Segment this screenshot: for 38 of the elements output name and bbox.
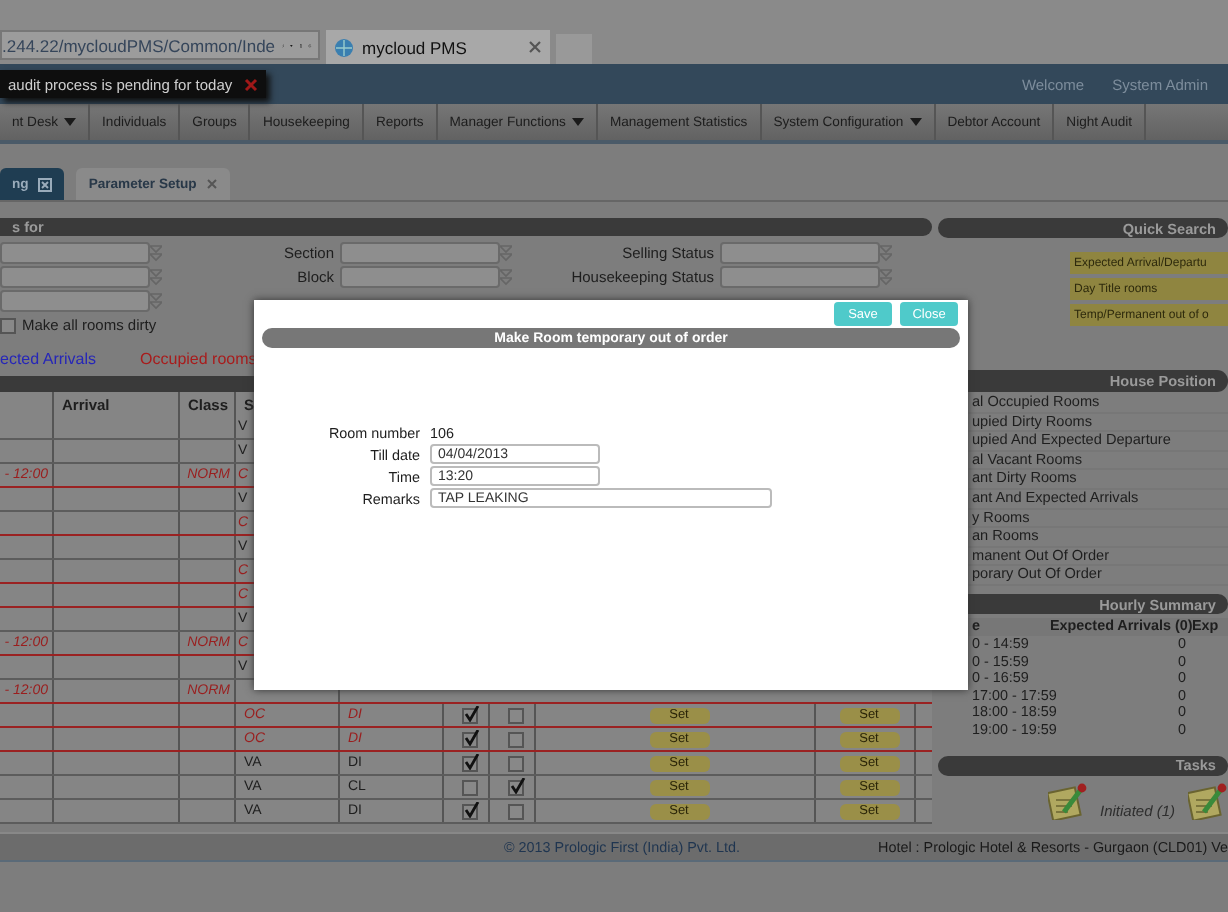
- checkbox[interactable]: [0, 317, 16, 333]
- checkbox[interactable]: [462, 707, 478, 723]
- filter-field[interactable]: [0, 290, 150, 312]
- dropdown-icon[interactable]: [500, 268, 512, 286]
- notepad-icon[interactable]: [1187, 781, 1228, 820]
- block-field[interactable]: [340, 266, 500, 288]
- close-icon[interactable]: [38, 177, 53, 191]
- selling-status-field[interactable]: [720, 242, 880, 264]
- browser-tab[interactable]: mycloud PMS: [326, 30, 550, 64]
- notepad-icon[interactable]: [1048, 781, 1088, 820]
- caret-icon: [571, 118, 584, 126]
- filter-field[interactable]: [0, 242, 150, 264]
- dropdown-icon[interactable]: [150, 292, 162, 310]
- dropdown-icon[interactable]: [500, 244, 512, 262]
- caret-icon: [64, 118, 77, 126]
- checkbox[interactable]: [462, 803, 478, 819]
- address-bar[interactable]: .244.22/mycloudPMS/Common/Inde: [0, 30, 320, 60]
- checkbox[interactable]: [508, 707, 524, 723]
- checkbox[interactable]: [462, 731, 478, 747]
- checkbox[interactable]: [462, 755, 478, 771]
- close-icon[interactable]: [206, 178, 219, 190]
- dropdown-icon[interactable]: [150, 268, 162, 286]
- checkbox[interactable]: [508, 731, 524, 747]
- dropdown-icon[interactable]: [150, 244, 162, 262]
- dropdown-icon[interactable]: [880, 268, 892, 286]
- checkbox[interactable]: [508, 803, 524, 819]
- housekeeping-status-field[interactable]: [720, 266, 880, 288]
- caret-icon: [909, 118, 922, 126]
- checkbox[interactable]: [508, 779, 524, 795]
- close-icon[interactable]: [528, 40, 542, 54]
- dropdown-icon[interactable]: [880, 244, 892, 262]
- section-field[interactable]: [340, 242, 500, 264]
- close-icon[interactable]: [244, 77, 259, 91]
- checkbox[interactable]: [462, 779, 478, 795]
- globe-icon: [334, 37, 354, 57]
- checkbox[interactable]: [508, 755, 524, 771]
- filter-field[interactable]: [0, 266, 150, 288]
- legend-label: ected Arrivals: [0, 350, 97, 368]
